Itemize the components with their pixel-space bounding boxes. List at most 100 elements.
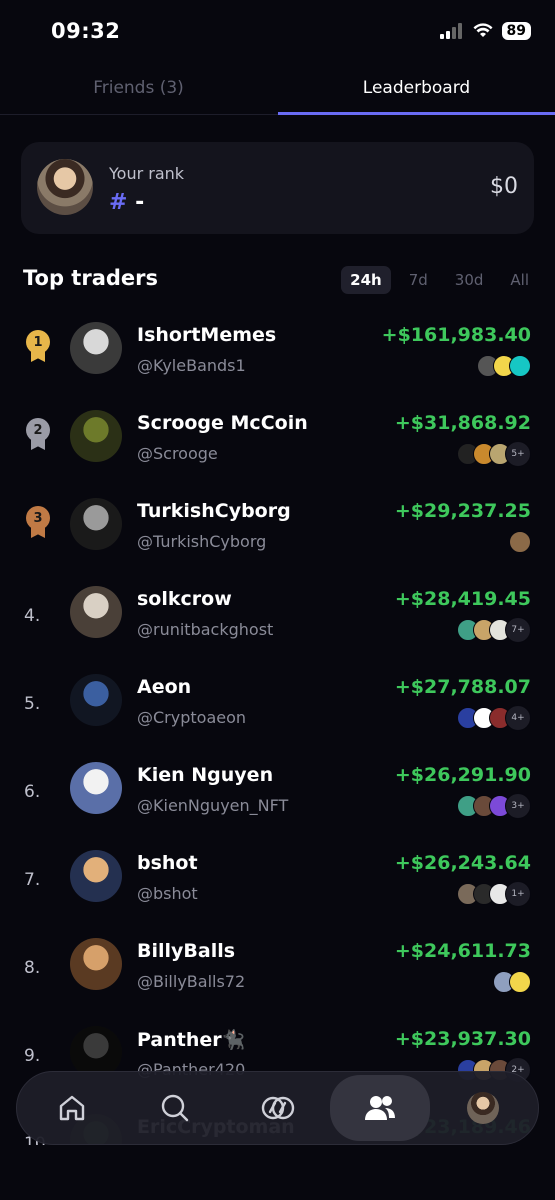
- avatar: [37, 159, 93, 215]
- bottom-nav: [16, 1071, 539, 1145]
- trader-pnl: +$23,937.30: [394, 1028, 531, 1050]
- token-stack[interactable]: [509, 531, 531, 553]
- token-stack[interactable]: 4+: [457, 705, 531, 731]
- trader-name: BillyBalls: [137, 940, 236, 962]
- period-all[interactable]: All: [501, 266, 538, 294]
- trader-pnl: +$161,983.40: [381, 324, 531, 346]
- friends-icon: [365, 1096, 395, 1120]
- avatar[interactable]: [70, 938, 122, 990]
- trader-handle: @KienNguyen_NFT: [137, 796, 289, 815]
- trader-handle: @Cryptoaeon: [137, 708, 247, 727]
- trader-name: Scrooge McCoin: [137, 412, 308, 434]
- trader-handle: @KyleBands1: [137, 356, 246, 375]
- trader-name: IshortMemes: [137, 324, 277, 346]
- avatar[interactable]: [70, 674, 122, 726]
- more-tokens-badge: 7+: [505, 617, 531, 643]
- avatar[interactable]: [70, 498, 122, 550]
- more-tokens-badge: 3+: [505, 793, 531, 819]
- more-tokens-badge: 1+: [505, 881, 531, 907]
- avatar[interactable]: [70, 586, 122, 638]
- rank-position: 6.: [24, 782, 41, 802]
- trader-handle: @TurkishCyborg: [137, 532, 267, 551]
- token-icon: [509, 355, 531, 377]
- your-rank-card[interactable]: Your rank # - $0: [21, 142, 534, 234]
- rank-value: # -: [109, 190, 144, 215]
- signal-icon: [439, 23, 462, 39]
- trader-pnl: +$29,237.25: [394, 500, 531, 522]
- trader-pnl: +$26,291.90: [394, 764, 531, 786]
- token-stack[interactable]: 5+: [457, 441, 531, 467]
- trader-row[interactable]: 6. Kien Nguyen @KienNguyen_NFT +$26,291.90 3…: [0, 750, 555, 838]
- token-stack[interactable]: 1+: [457, 881, 531, 907]
- nav-friends[interactable]: [330, 1075, 430, 1141]
- token-stack[interactable]: 7+: [457, 617, 531, 643]
- status-time: 09:32: [51, 19, 121, 43]
- home-icon: [59, 1095, 85, 1121]
- avatar[interactable]: [70, 850, 122, 902]
- token-icon: [509, 531, 531, 553]
- medal-rank-number: 3: [26, 506, 50, 530]
- avatar[interactable]: [70, 762, 122, 814]
- trader-row[interactable]: 4. solkcrow @runitbackghost +$28,419.45 7+: [0, 574, 555, 662]
- token-stack[interactable]: 3+: [457, 793, 531, 819]
- more-tokens-badge: 4+: [505, 705, 531, 731]
- rank-number: -: [135, 190, 145, 215]
- trader-pnl: +$28,419.45: [394, 588, 531, 610]
- rank-position: 7.: [24, 870, 41, 890]
- period-7d[interactable]: 7d: [400, 266, 437, 294]
- gold-medal-icon: 1: [26, 330, 50, 366]
- avatar[interactable]: [70, 410, 122, 462]
- token-stack[interactable]: [493, 971, 531, 993]
- rank-balance: $0: [490, 174, 518, 199]
- rank-position: 4.: [24, 606, 41, 626]
- trader-row[interactable]: 5. Aeon @Cryptoaeon +$27,788.07 4+: [0, 662, 555, 750]
- trader-handle: @runitbackghost: [137, 620, 274, 639]
- trader-row[interactable]: 8. BillyBalls @BillyBalls72 +$24,611.73: [0, 926, 555, 1014]
- status-bar: 09:32 89: [0, 0, 555, 62]
- trader-row[interactable]: 7. bshot @bshot +$26,243.64 1+: [0, 838, 555, 926]
- nav-search[interactable]: [125, 1072, 225, 1144]
- medal-rank-number: 2: [26, 418, 50, 442]
- trader-pnl: +$31,868.92: [394, 412, 531, 434]
- nav-home[interactable]: [22, 1072, 122, 1144]
- period-24h[interactable]: 24h: [341, 266, 391, 294]
- active-tab-indicator: [278, 112, 555, 115]
- trader-name: solkcrow: [137, 588, 232, 610]
- medal-rank-number: 1: [26, 330, 50, 354]
- rank-label: Your rank: [109, 164, 185, 183]
- search-icon: [161, 1094, 189, 1122]
- trader-row[interactable]: 1 IshortMemes @KyleBands1 +$161,983.40: [0, 310, 555, 398]
- section-title: Top traders: [23, 266, 159, 290]
- trader-name: Kien Nguyen: [137, 764, 274, 786]
- battery-indicator: 89: [501, 22, 531, 40]
- trader-name: Aeon: [137, 676, 192, 698]
- bronze-medal-icon: 3: [26, 506, 50, 542]
- nav-profile[interactable]: [433, 1072, 533, 1144]
- tab-leaderboard[interactable]: Leaderboard: [278, 62, 555, 114]
- trader-handle: @bshot: [137, 884, 198, 903]
- trader-name: bshot: [137, 852, 198, 874]
- trader-pnl: +$26,243.64: [394, 852, 531, 874]
- trader-handle: @Scrooge: [137, 444, 218, 463]
- period-30d[interactable]: 30d: [446, 266, 493, 294]
- tab-bar: Friends (3) Leaderboard: [0, 62, 555, 115]
- tab-friends[interactable]: Friends (3): [0, 62, 277, 114]
- token-icon: [509, 971, 531, 993]
- token-stack[interactable]: [477, 355, 531, 377]
- bottom-backdrop: [0, 1145, 555, 1200]
- trader-row[interactable]: 2 Scrooge McCoin @Scrooge +$31,868.92 5+: [0, 398, 555, 486]
- coins-icon: [261, 1096, 295, 1120]
- avatar[interactable]: [70, 322, 122, 374]
- trader-name: TurkishCyborg: [137, 500, 291, 522]
- status-icons: 89: [439, 22, 531, 40]
- trader-pnl: +$27,788.07: [394, 676, 531, 698]
- rank-position: 9.: [24, 1046, 41, 1066]
- trader-handle: @BillyBalls72: [137, 972, 246, 991]
- wifi-icon: [473, 23, 493, 37]
- silver-medal-icon: 2: [26, 418, 50, 454]
- nav-tokens[interactable]: [228, 1072, 328, 1144]
- trader-row[interactable]: 3 TurkishCyborg @TurkishCyborg +$29,237.25: [0, 486, 555, 574]
- trader-pnl: +$24,611.73: [394, 940, 531, 962]
- profile-avatar: [467, 1092, 499, 1124]
- period-filter: 24h 7d 30d All: [341, 266, 538, 294]
